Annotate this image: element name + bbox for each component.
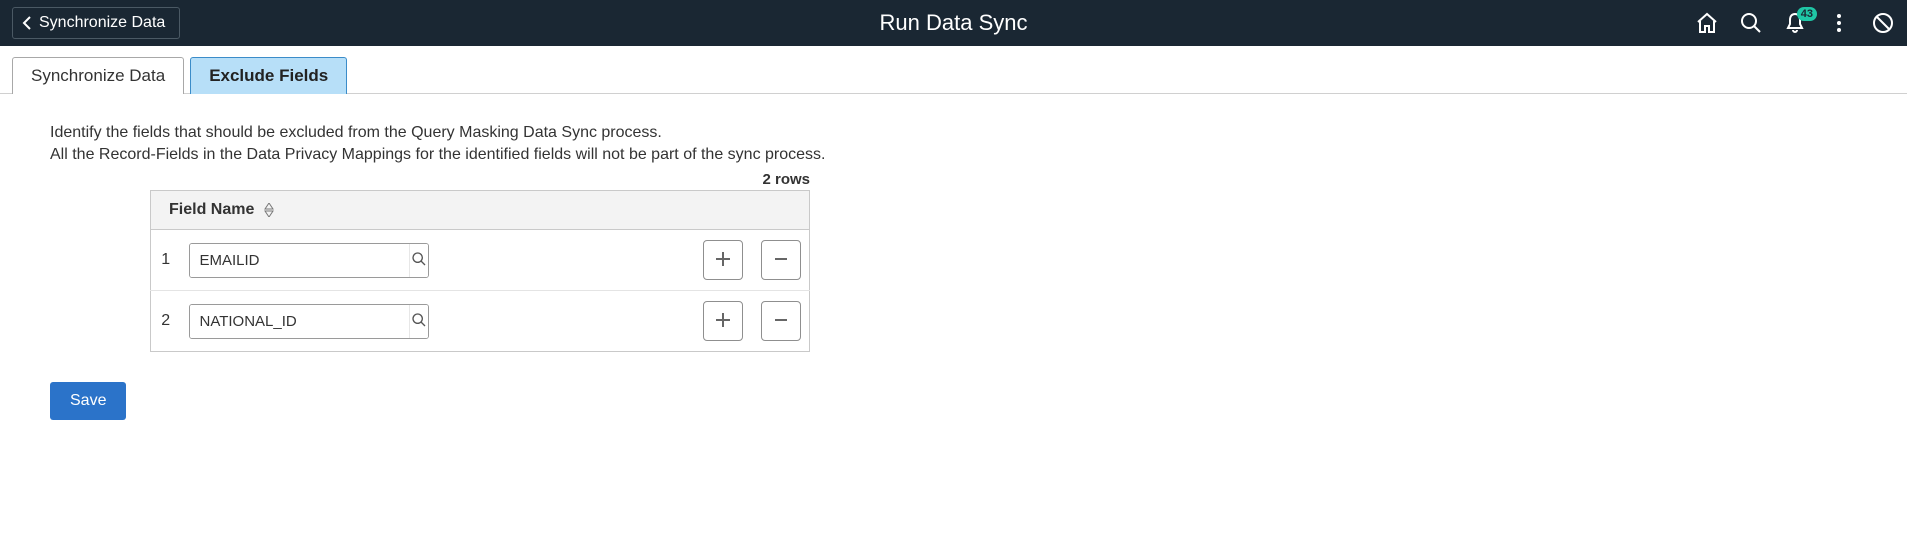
table-row: 2 — [151, 291, 810, 352]
home-icon[interactable] — [1695, 11, 1719, 35]
plus-icon — [715, 308, 731, 334]
field-name-input-group — [189, 304, 429, 339]
notifications-icon[interactable]: 43 — [1783, 11, 1807, 35]
back-button[interactable]: Synchronize Data — [12, 7, 180, 39]
chevron-left-icon — [21, 15, 33, 31]
column-header-field-name[interactable]: Field Name — [169, 201, 254, 218]
lookup-button[interactable] — [409, 305, 428, 338]
page-title: Run Data Sync — [880, 10, 1028, 36]
exclude-fields-table: Field Name 1 — [150, 190, 810, 352]
table-wrapper: 2 rows Field Name 1 — [150, 171, 810, 352]
lookup-button[interactable] — [409, 244, 428, 277]
row-number: 2 — [151, 291, 181, 352]
minus-icon — [773, 308, 789, 334]
sort-icon[interactable] — [263, 203, 275, 217]
search-icon — [411, 251, 427, 270]
tab-exclude-fields[interactable]: Exclude Fields — [190, 57, 347, 94]
table-row: 1 — [151, 230, 810, 291]
tab-synchronize-data[interactable]: Synchronize Data — [12, 57, 184, 94]
description-line1: Identify the fields that should be exclu… — [50, 124, 662, 141]
save-button[interactable]: Save — [50, 382, 126, 420]
content-area: Identify the fields that should be exclu… — [0, 94, 1907, 448]
description-line2: All the Record-Fields in the Data Privac… — [50, 146, 825, 163]
remove-row-button[interactable] — [761, 301, 801, 341]
search-icon[interactable] — [1739, 11, 1763, 35]
remove-row-button[interactable] — [761, 240, 801, 280]
app-header: Synchronize Data Run Data Sync 43 — [0, 0, 1907, 46]
field-name-input-group — [189, 243, 429, 278]
add-row-button[interactable] — [703, 240, 743, 280]
field-name-input[interactable] — [190, 305, 409, 338]
row-count-label: 2 rows — [150, 171, 810, 188]
more-icon[interactable] — [1827, 11, 1851, 35]
plus-icon — [715, 247, 731, 273]
search-icon — [411, 312, 427, 331]
block-icon[interactable] — [1871, 11, 1895, 35]
add-row-button[interactable] — [703, 301, 743, 341]
back-label: Synchronize Data — [39, 14, 165, 32]
minus-icon — [773, 247, 789, 273]
header-actions: 43 — [1695, 11, 1895, 35]
description-text: Identify the fields that should be exclu… — [50, 122, 1857, 165]
row-number: 1 — [151, 230, 181, 291]
tab-strip: Synchronize Data Exclude Fields — [0, 46, 1907, 94]
field-name-input[interactable] — [190, 244, 409, 277]
notification-badge: 43 — [1797, 7, 1817, 21]
